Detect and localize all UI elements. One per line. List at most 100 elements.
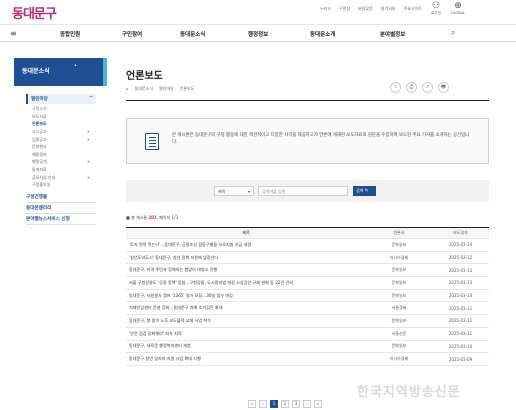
sidebar-subitem[interactable]: 문화행사 [26, 143, 96, 151]
sidebar-subitem[interactable]: 고시공고 + [26, 128, 96, 136]
sidebar-section[interactable]: 열린마당 ^ [26, 94, 96, 104]
column-header: 보도일자 [453, 230, 468, 235]
sidebar-item[interactable]: 구정간행물 [26, 192, 96, 203]
pagination: «‹ 1 2 3 ›» [248, 400, 322, 408]
title-divider [126, 100, 489, 101]
press-name: 서울신문 [391, 330, 407, 336]
gnb-item[interactable]: 동대문소식 [180, 30, 205, 38]
login-button[interactable]: ⚇ 로그인 [428, 1, 444, 16]
press-date: 2025-03-12 [448, 255, 473, 261]
lnb-accent [103, 58, 107, 86]
search-bar: 제목 ▾ 검색어를 입력 검색 🔍 [126, 180, 489, 202]
page-button[interactable]: 2 [281, 400, 289, 408]
page-button[interactable]: ‹ [259, 400, 267, 408]
expand-icon: + [86, 159, 90, 165]
press-name: 문화일보 [391, 241, 407, 247]
gnb-item[interactable]: 행정정보 [248, 30, 268, 38]
article-title-link[interactable]: 동대문구, 새로운 행정복지센터 개청 [126, 343, 366, 349]
expand-icon: + [86, 136, 90, 142]
press-date: 2025-03-14 [448, 242, 473, 248]
search-button[interactable]: 검색 🔍 [353, 186, 376, 196]
press-name: 아시아경제 [389, 254, 409, 260]
table-row[interactable]: 동대문구, 봄 맞이 노후 보도블럭 교체 사업 착수 문화일보 2025-03-1… [126, 315, 489, 328]
sidebar-subitem[interactable]: 언론보도 [26, 120, 96, 128]
info-text: 본 게시판은 동대문구의 구정 활동에 대한 객관적이고 다양한 사각을 제공하… [172, 133, 470, 145]
home-icon[interactable]: ⌂ [126, 86, 129, 92]
article-title-link[interactable]: 서울 구청장들도 '공정 정책' 동참…구청장들, 도시정비법 개정 소상공인 … [126, 280, 366, 286]
article-title-link[interactable]: '안전 점검 강화해야' 지속 지적 [126, 331, 366, 337]
page-button[interactable]: « [248, 400, 256, 408]
table-row[interactable]: '청년도약도시' 동대문구, 청년 정책 지원에 앞장선다 아시아경제 2025-0… [126, 252, 489, 265]
page-button[interactable]: 1 [270, 400, 278, 408]
expand-icon: + [86, 174, 90, 180]
sidebar-subitem[interactable]: 공모사업 안내 + [26, 173, 96, 181]
press-date: 2025-03-13 [448, 280, 473, 286]
article-title-link[interactable]: 동대문구, 지역 주민과 함께하는 봄맞이 대청소 진행 [126, 267, 366, 273]
press-name: 문화일보 [391, 279, 407, 285]
sidebar-subitem[interactable]: 통계자료 [26, 166, 96, 174]
sidebar-subitem[interactable]: 입찰공고 + [26, 135, 96, 143]
table-row[interactable]: 서울 구청장들도 '공정 정책' 동참…구청장들, 도시정비법 개정 소상공인 … [126, 277, 489, 290]
breadcrumb-item[interactable]: 동대문소식 [135, 86, 153, 92]
sidebar-subitem[interactable]: 구정소식 [26, 105, 96, 113]
press-name: 아시아경제 [389, 356, 409, 362]
expand-icon: + [86, 129, 90, 135]
user-icon: ⚇ [431, 1, 441, 11]
print-icon[interactable]: ⎙ [406, 82, 417, 93]
chevron-down-icon: ▾ [247, 189, 250, 194]
article-title-link[interactable]: 동대문구, 자원봉사 캠프 '1365' 정기 모집…30일 접수 마감 [126, 293, 366, 299]
util-link[interactable]: 누리소 [320, 6, 331, 12]
press-date: 2025-03-11 [448, 305, 473, 311]
breadcrumb-item[interactable]: 열린마당 [159, 86, 174, 92]
util-link[interactable]: 주요사이트 [404, 6, 422, 12]
global-button[interactable]: ⊕ GLOBAL [450, 1, 466, 16]
table-row[interactable]: '토지 면적 먹는다'…동대문구, 공원조성 합동구별을 오로지침 지금 개정 문… [126, 239, 489, 252]
sidebar-subitem[interactable]: 보도자료 [26, 113, 96, 121]
gnb-item[interactable]: 구민참여 [122, 30, 142, 38]
column-header: 제목 [242, 230, 250, 235]
util-link[interactable]: 구민참 [339, 6, 350, 12]
table-row[interactable]: '안전 점검 강화해야' 지속 지적 서울신문 2025-03-11 [126, 328, 489, 341]
site-logo[interactable]: 동대문구 [12, 3, 57, 22]
sidebar-subitem[interactable]: 구정홍보실 [26, 181, 96, 189]
share-icon[interactable]: ↗ [422, 82, 433, 93]
article-title-link[interactable]: 치매안심센터 운영 강화…동대문구 치매 조기검진 확대 [126, 305, 366, 311]
table-header: 제목 언론사 보도일자 [126, 228, 489, 239]
util-link[interactable]: 분류찾음 [358, 6, 373, 12]
search-input[interactable]: 검색어를 입력 [258, 186, 348, 196]
util-link[interactable]: 원격서비 [381, 6, 396, 12]
gnb-item[interactable]: 분야별정보 [380, 30, 405, 38]
gnb-item[interactable]: 종합민원 [60, 30, 80, 38]
table-row[interactable]: 동대문구, 새로운 행정복지센터 개청 문화일보 2025-03-10 [126, 341, 489, 354]
article-title-link[interactable]: '청년도약도시' 동대문구, 청년 정책 지원에 앞장선다 [126, 255, 366, 261]
page-button[interactable]: › [303, 400, 311, 408]
table-row[interactable]: 동대문구, 자원봉사 캠프 '1365' 정기 모집…30일 접수 마감 문화일보… [126, 290, 489, 303]
article-title-link[interactable]: 동대문구 청년 일자리 지원 사업 확대 시행 [126, 356, 366, 362]
search-field-select[interactable]: 제목 ▾ [214, 186, 254, 196]
press-table: 제목 언론사 보도일자 '토지 면적 먹는다'…동대문구, 공원조성 합동구별을… [126, 227, 489, 366]
menu-icon[interactable]: ≡ [10, 29, 17, 38]
press-name: 문화일보 [391, 343, 407, 349]
table-row[interactable]: 동대문구, 지역 주민과 함께하는 봄맞이 대청소 진행 문화일보 2025-03-… [126, 264, 489, 278]
sidebar-subitem[interactable]: 채용정보 [26, 151, 96, 159]
table-row[interactable]: 동대문구 청년 일자리 지원 사업 확대 시행 아시아경제 2025-03-09 [126, 353, 489, 366]
press-date: 2025-03-10 [448, 343, 473, 349]
chevron-up-icon: ^ [89, 96, 93, 101]
sidebar-subitem[interactable]: 행정공개 + [26, 158, 96, 166]
press-date: 2025-03-11 [448, 331, 473, 337]
star-icon[interactable]: ☆ [390, 82, 401, 93]
table-row[interactable]: 치매안심센터 운영 강화…동대문구 치매 조기검진 확대 서울경제 2025-03-… [126, 302, 489, 316]
press-name: 서울경제 [391, 305, 407, 311]
page-button[interactable]: 3 [292, 400, 300, 408]
printer-icon[interactable]: 🖶 [438, 82, 449, 93]
sidebar-item[interactable]: 분야별뉴스서비스 신청 [26, 214, 96, 225]
page-button[interactable]: » [314, 400, 322, 408]
page-title: 언론보도 [126, 71, 163, 82]
article-title-link[interactable]: 동대문구, 봄 맞이 노후 보도블럭 교체 사업 착수 [126, 318, 366, 324]
sidebar-item[interactable]: 동대문갤러리 [26, 203, 96, 214]
press-name: 문화일보 [391, 317, 407, 323]
article-title-link[interactable]: '토지 면적 먹는다'…동대문구, 공원조성 합동구별을 오로지침 지금 개정 [126, 242, 366, 248]
gnb-item[interactable]: 동대문소개 [310, 30, 335, 38]
globe-icon: ⊕ [454, 1, 462, 11]
search-icon[interactable]: ⌕ [451, 28, 455, 38]
